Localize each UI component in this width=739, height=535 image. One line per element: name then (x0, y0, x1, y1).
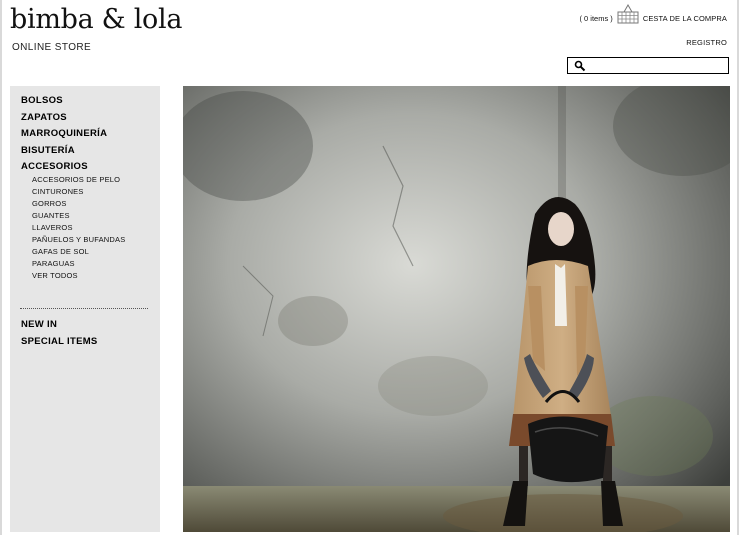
search-box[interactable] (567, 57, 729, 74)
hero-photo (183, 86, 730, 532)
nav-item-special-items[interactable]: SPECIAL ITEMS (21, 333, 98, 350)
page-border-left (0, 0, 2, 535)
nav-item-new-in[interactable]: NEW IN (21, 316, 98, 333)
subnav-item-ver-todos[interactable]: VER TODOS (32, 270, 125, 282)
magnifier-icon[interactable] (574, 60, 586, 72)
shopping-cart[interactable]: ( 0 items ) CESTA DE LA COMPRA (579, 4, 727, 24)
brand-subtitle: ONLINE STORE (12, 42, 92, 53)
cart-count: ( 0 items ) (579, 14, 613, 23)
accessories-subcategory-list: ACCESORIOS DE PELO CINTURONES GORROS GUA… (32, 174, 125, 282)
featured-links-list: NEW IN SPECIAL ITEMS (21, 316, 98, 350)
nav-item-marroquineria[interactable]: MARROQUINERÍA (21, 126, 107, 143)
subnav-item-panuelos-y-bufandas[interactable]: PAÑUELOS Y BUFANDAS (32, 234, 125, 246)
subnav-item-llaveros[interactable]: LLAVEROS (32, 222, 125, 234)
nav-divider (20, 308, 148, 309)
subnav-item-cinturones[interactable]: CINTURONES (32, 186, 125, 198)
sidebar-nav: BOLSOS ZAPATOS MARROQUINERÍA BISUTERÍA A… (10, 86, 160, 532)
subnav-item-paraguas[interactable]: PARAGUAS (32, 258, 125, 270)
subnav-item-gafas-de-sol[interactable]: GAFAS DE SOL (32, 246, 125, 258)
nav-item-bisuteria[interactable]: BISUTERÍA (21, 143, 107, 160)
search-input[interactable] (586, 59, 728, 72)
brand-name: bimba & lola (10, 4, 183, 35)
hero-banner-image[interactable] (183, 86, 730, 532)
subnav-item-guantes[interactable]: GUANTES (32, 210, 125, 222)
register-link[interactable]: REGISTRO (686, 38, 727, 47)
brand-logo[interactable]: bimba & lola ONLINE STORE (10, 4, 182, 53)
main-category-list: BOLSOS ZAPATOS MARROQUINERÍA BISUTERÍA A… (21, 93, 107, 176)
subnav-item-gorros[interactable]: GORROS (32, 198, 125, 210)
cart-link[interactable]: CESTA DE LA COMPRA (643, 14, 727, 23)
subnav-item-accesorios-de-pelo[interactable]: ACCESORIOS DE PELO (32, 174, 125, 186)
shopping-basket-icon[interactable] (617, 4, 639, 24)
nav-item-bolsos[interactable]: BOLSOS (21, 93, 107, 110)
nav-item-zapatos[interactable]: ZAPATOS (21, 110, 107, 127)
